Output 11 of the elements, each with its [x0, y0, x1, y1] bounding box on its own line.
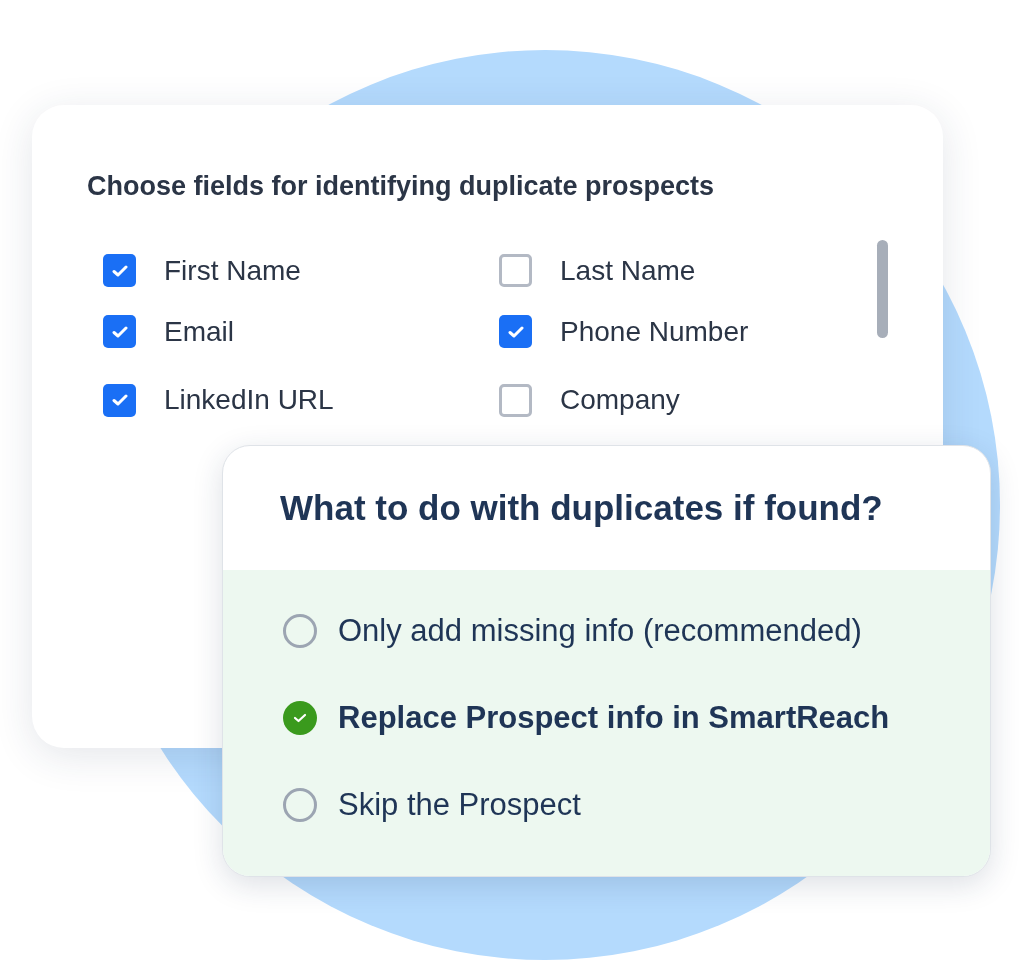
- card-title: Choose fields for identifying duplicate prospects: [87, 170, 716, 203]
- checkbox-label: Last Name: [560, 253, 696, 288]
- dialog-title: What to do with duplicates if found?: [280, 487, 883, 529]
- checkbox-label: First Name: [164, 253, 301, 288]
- checkbox-label: Phone Number: [560, 314, 749, 349]
- checkbox-label: Company: [560, 383, 680, 417]
- option-label: Skip the Prospect: [338, 785, 581, 824]
- option-label: Only add missing info (recommended): [338, 611, 862, 650]
- option-label: Replace Prospect info in SmartReach: [338, 698, 890, 737]
- checkbox-label: Email: [164, 314, 234, 349]
- checkbox-label: LinkedIn URL: [164, 383, 334, 417]
